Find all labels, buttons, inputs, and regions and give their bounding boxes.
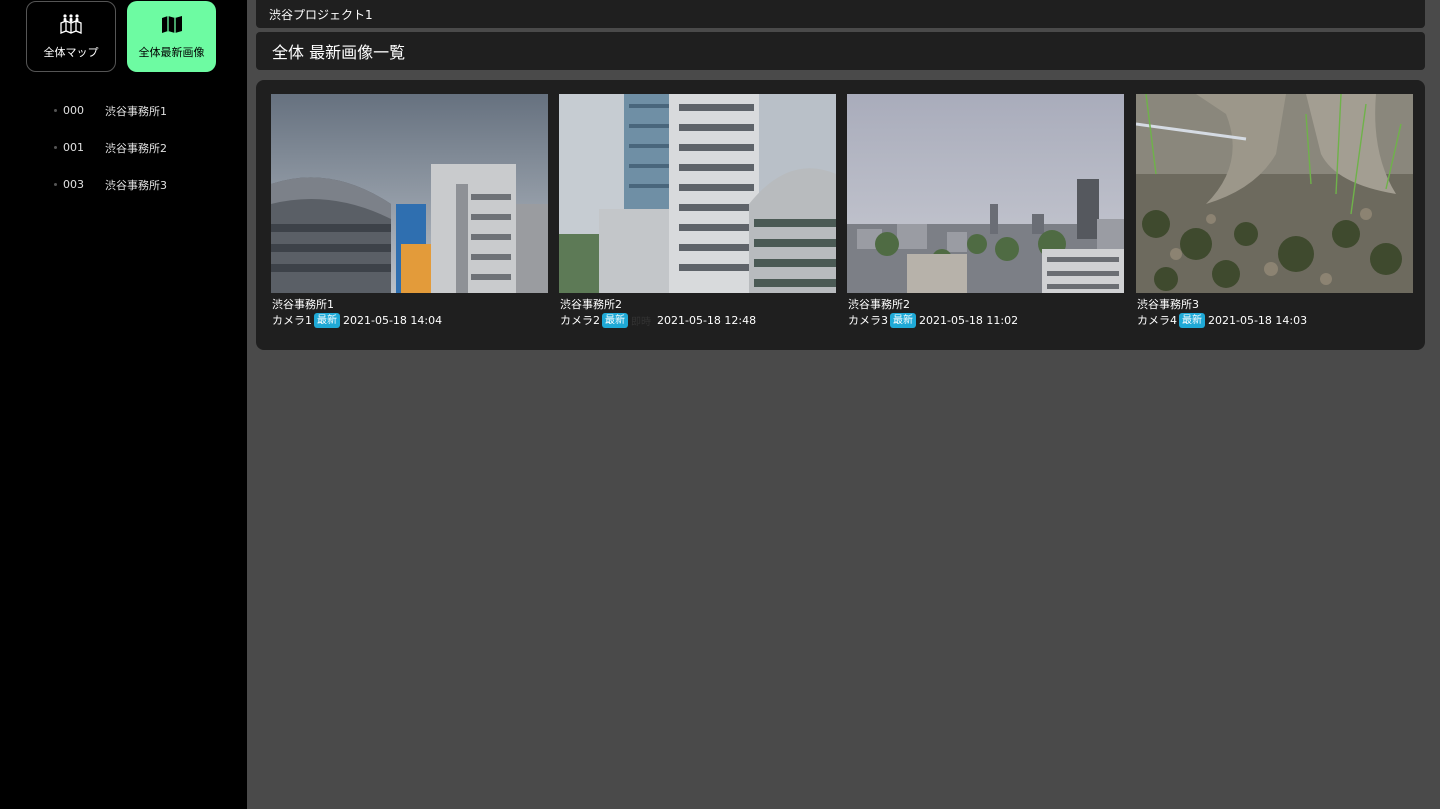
site-item-001[interactable]: 001 渋谷事務所2 [0, 129, 247, 166]
site-name: 渋谷事務所1 [272, 298, 334, 311]
image-card[interactable]: 渋谷事務所2 カメラ2 最新 即時 2021-05-18 12:48 [559, 94, 836, 328]
camera-name: カメラ1 [272, 314, 312, 327]
ground-vegetation-photo [1136, 94, 1413, 293]
camera-image-thumbnail[interactable] [559, 94, 836, 293]
site-name: 渋谷事務所3 [1137, 298, 1199, 311]
site-name: 渋谷事務所2 [560, 298, 622, 311]
site-name: 渋谷事務所2 [105, 141, 167, 155]
site-name: 渋谷事務所3 [105, 178, 167, 192]
capture-datetime: 2021-05-18 14:04 [343, 313, 443, 327]
camera-name: カメラ3 [848, 314, 888, 327]
latest-badge: 最新 [602, 312, 628, 328]
capture-datetime: 2021-05-18 11:02 [919, 313, 1019, 327]
capture-datetime: 2021-05-18 12:48 [657, 313, 757, 327]
map-people-icon [60, 14, 82, 34]
latest-badge: 最新 [1179, 312, 1205, 328]
overall-map-button[interactable]: 全体マップ [26, 1, 116, 72]
camera-image-thumbnail[interactable] [847, 94, 1124, 293]
image-card[interactable]: 渋谷事務所1 カメラ1 最新 2021-05-18 14:04 [271, 94, 548, 328]
site-name: 渋谷事務所2 [848, 298, 910, 311]
overall-latest-images-label: 全体最新画像 [138, 46, 205, 59]
site-list: 000 渋谷事務所1 001 渋谷事務所2 003 渋谷事務所3 [0, 92, 247, 203]
overall-latest-images-button[interactable]: 全体最新画像 [127, 1, 216, 72]
sidebar: 全体マップ 全体最新画像 000 渋谷事務所1 001 渋谷事務所2 003 渋… [0, 0, 247, 809]
camera-name: カメラ2 [560, 314, 600, 327]
site-item-003[interactable]: 003 渋谷事務所3 [0, 166, 247, 203]
camera-image-thumbnail[interactable] [271, 94, 548, 293]
bullet-icon [54, 146, 57, 149]
project-header: 渋谷プロジェクト1 [256, 0, 1425, 28]
image-card[interactable]: 渋谷事務所2 カメラ3 最新 2021-05-18 11:02 [847, 94, 1124, 328]
page-title-bar: 全体 最新画像一覧 [256, 32, 1425, 70]
office-towers-photo [559, 94, 836, 293]
image-card[interactable]: 渋谷事務所3 カメラ4 最新 2021-05-18 14:03 [1136, 94, 1413, 328]
bullet-icon [54, 109, 57, 112]
bullet-icon [54, 183, 57, 186]
site-code: 001 [63, 141, 84, 154]
overall-map-label: 全体マップ [43, 46, 99, 59]
project-name: 渋谷プロジェクト1 [269, 7, 373, 22]
latest-badge: 最新 [890, 312, 916, 328]
map-icon [161, 16, 182, 33]
site-code: 000 [63, 104, 84, 117]
latest-badge: 最新 [314, 312, 340, 328]
city-panorama-photo [847, 94, 1124, 293]
site-code: 003 [63, 178, 84, 191]
capture-datetime: 2021-05-18 14:03 [1208, 313, 1308, 327]
latest-image-gallery: 渋谷事務所1 カメラ1 最新 2021-05-18 14:04 渋谷事務所2 カ… [256, 80, 1425, 350]
camera-name: カメラ4 [1137, 314, 1177, 327]
page-title: 全体 最新画像一覧 [272, 43, 406, 62]
instant-tag: 即時 [631, 316, 651, 328]
camera-image-thumbnail[interactable] [1136, 94, 1413, 293]
site-item-000[interactable]: 000 渋谷事務所1 [0, 92, 247, 129]
city-skyline-photo [271, 94, 548, 293]
site-name: 渋谷事務所1 [105, 104, 167, 118]
